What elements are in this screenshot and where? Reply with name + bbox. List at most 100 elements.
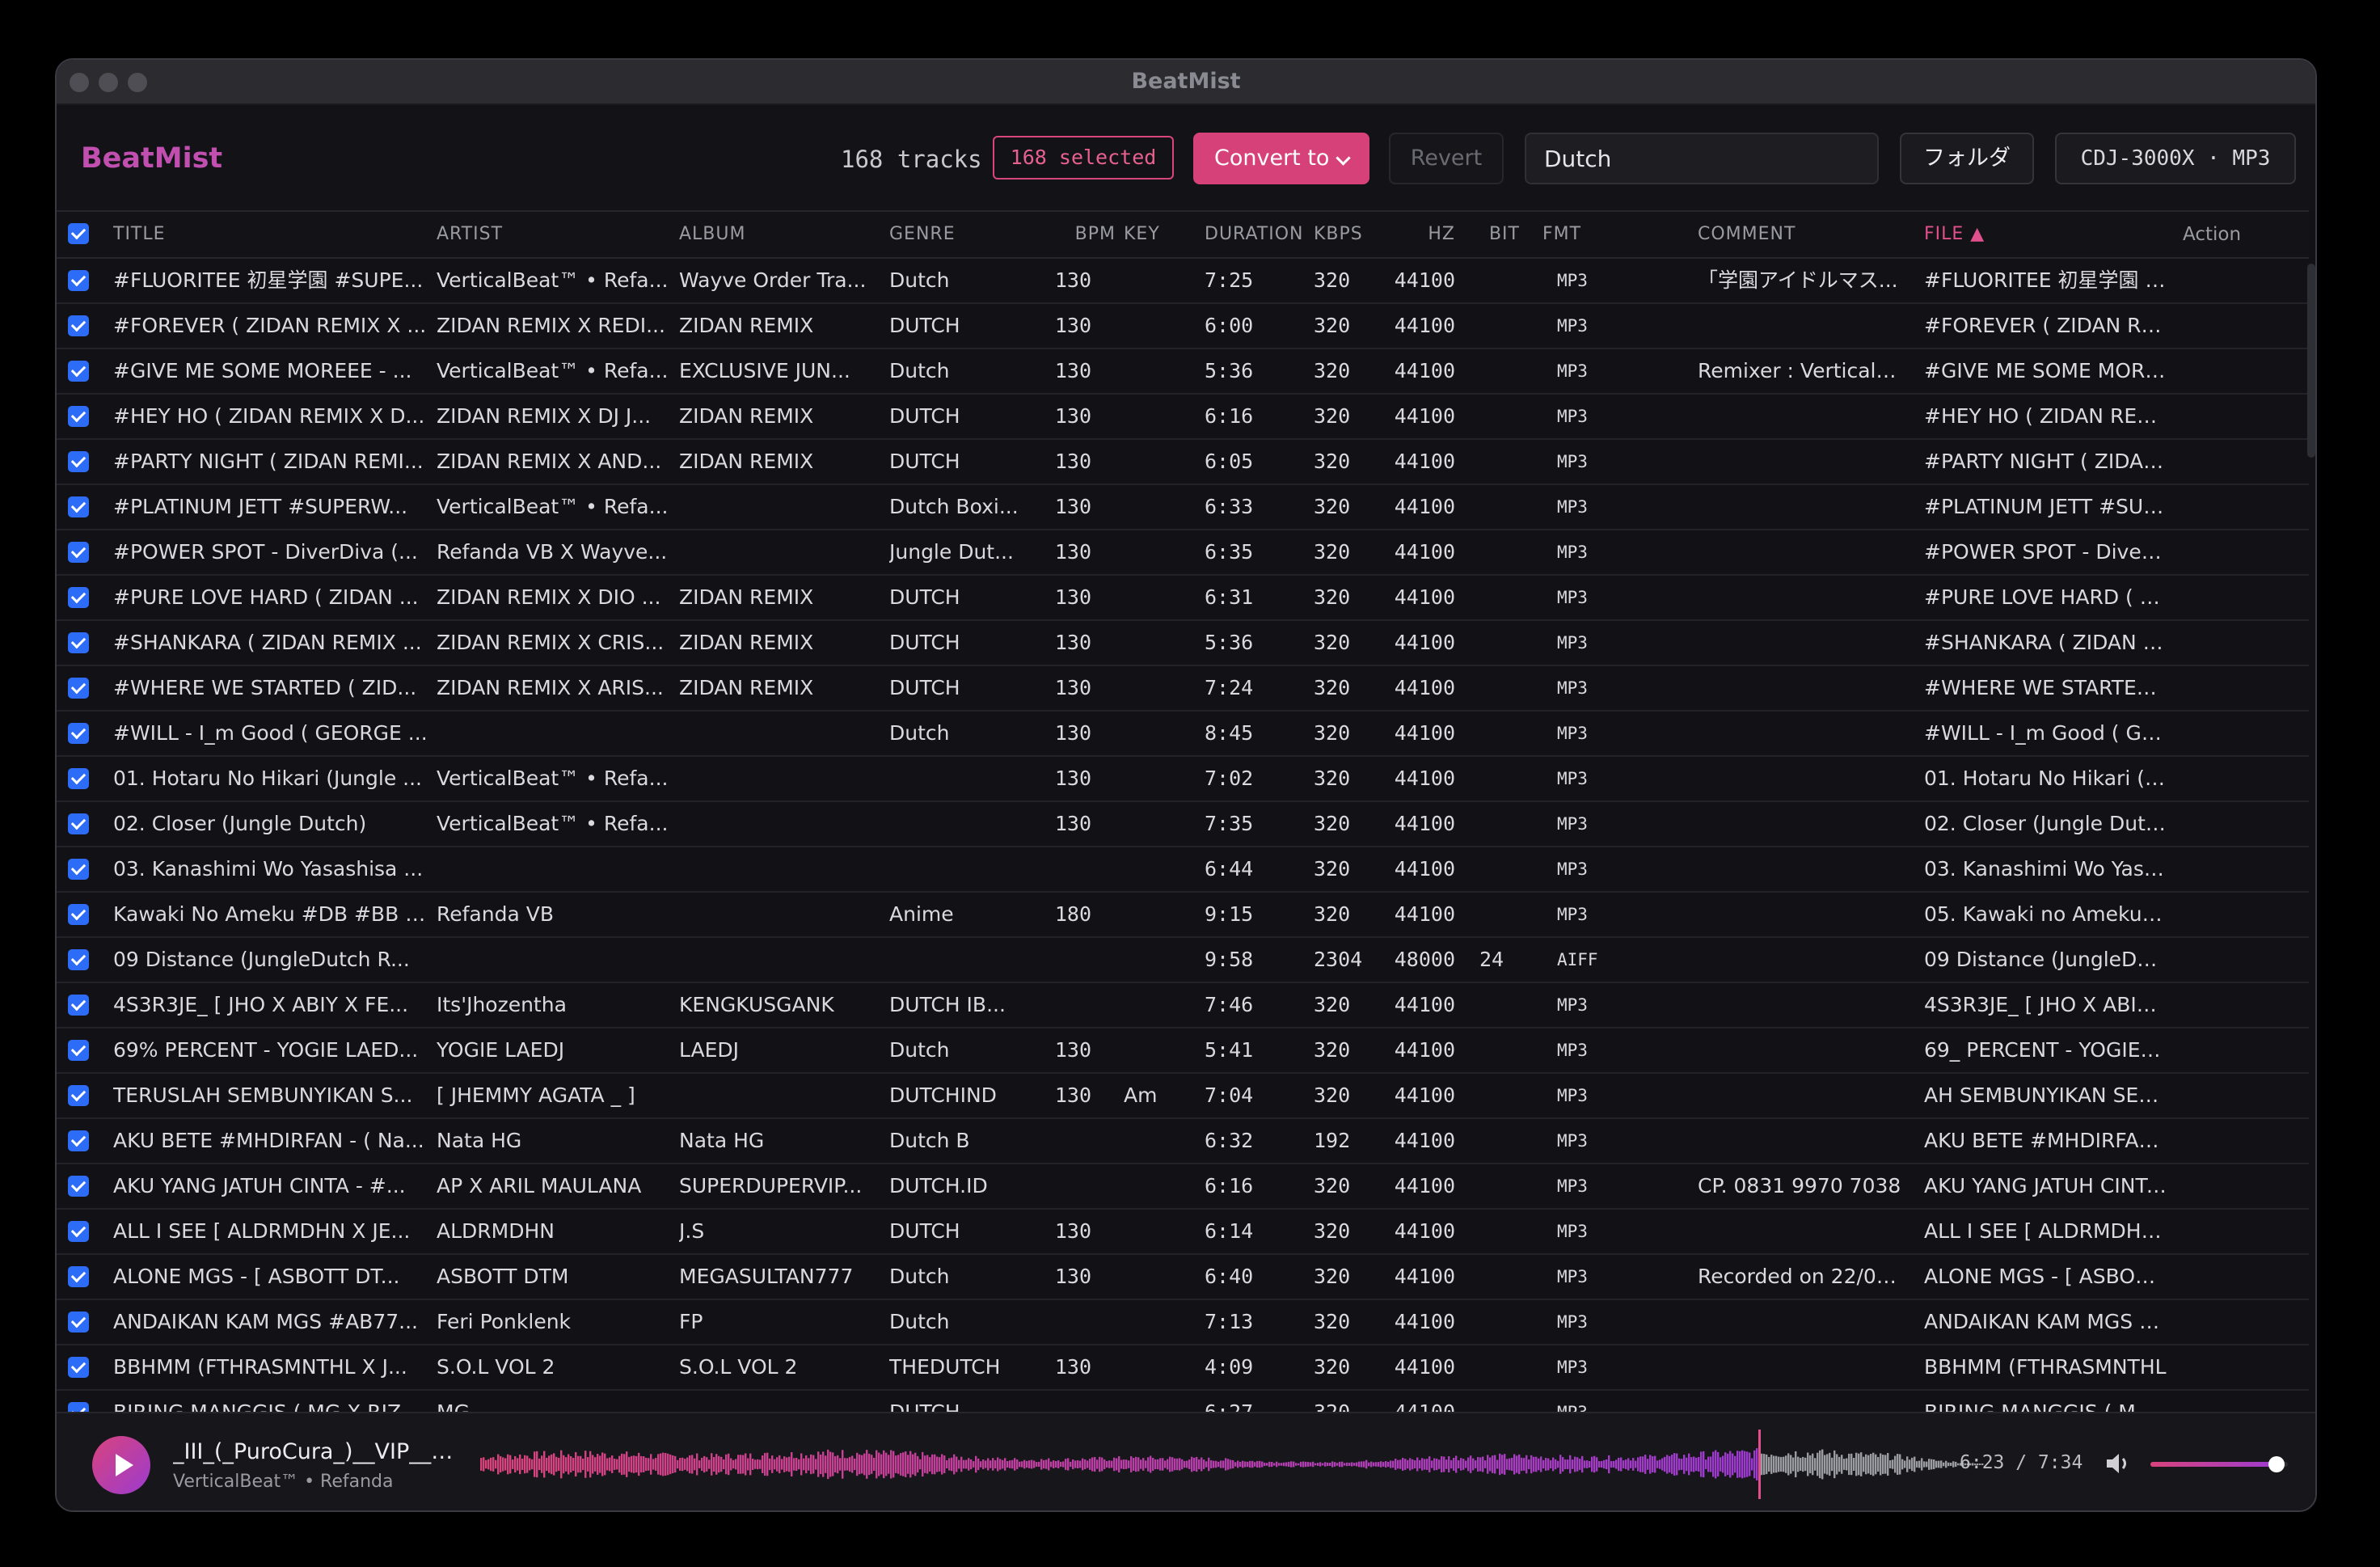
waveform-bar — [812, 1455, 815, 1474]
select-all-checkbox[interactable] — [68, 223, 89, 244]
row-checkbox[interactable] — [68, 904, 89, 925]
waveform-bar — [1193, 1457, 1196, 1472]
row-checkbox[interactable] — [68, 542, 89, 563]
row-checkbox[interactable] — [68, 361, 89, 382]
table-row[interactable]: #WILL - I_m Good ( GEORGE ... Dutch 130 8:4… — [57, 712, 2309, 757]
waveform-bar — [747, 1458, 749, 1471]
folder-button[interactable]: フォルダ — [1900, 133, 2034, 184]
row-checkbox[interactable] — [68, 1311, 89, 1333]
table-scrollbar[interactable] — [2307, 264, 2315, 458]
row-checkbox[interactable] — [68, 406, 89, 427]
column-header-duration[interactable]: DURATION — [1205, 212, 1314, 257]
volume-slider[interactable] — [2150, 1456, 2288, 1472]
table-row[interactable]: 01. Hotaru No Hikari (Jungle ... Vertical… — [57, 757, 2309, 802]
column-header-bit[interactable]: BIT — [1455, 212, 1520, 257]
row-checkbox[interactable] — [68, 813, 89, 834]
table-row[interactable]: ALONE MGS - [ ASBOTT DT... ASBOTT DTM MEGA… — [57, 1255, 2309, 1300]
waveform-bar — [895, 1455, 897, 1473]
table-row[interactable]: ANDAIKAN KAM MGS #AB77... Feri Ponklenk FP… — [57, 1300, 2309, 1345]
waveform-bar — [1884, 1455, 1887, 1474]
table-row[interactable]: #PURE LOVE HARD ( ZIDAN ... ZIDAN REMIX X… — [57, 576, 2309, 621]
waveform-bar — [766, 1452, 769, 1476]
row-checkbox[interactable] — [68, 270, 89, 291]
table-row[interactable]: #SHANKARA ( ZIDAN REMIX ... ZIDAN REMIX X… — [57, 621, 2309, 666]
fmt-cell: MP3 — [1557, 1267, 1588, 1286]
row-checkbox[interactable] — [68, 1357, 89, 1378]
comment-cell: 「学園アイドルマス... — [1698, 268, 1898, 292]
row-checkbox[interactable] — [68, 587, 89, 608]
row-checkbox[interactable] — [68, 949, 89, 970]
waveform-bar — [1145, 1460, 1147, 1468]
row-checkbox[interactable] — [68, 1040, 89, 1061]
row-checkbox[interactable] — [68, 1221, 89, 1242]
table-row[interactable]: #WHERE WE STARTED ( ZID... ZIDAN REMIX X … — [57, 666, 2309, 712]
row-checkbox[interactable] — [68, 632, 89, 653]
search-input[interactable] — [1525, 133, 1879, 184]
column-header-key[interactable]: KEY — [1124, 212, 1188, 257]
row-checkbox[interactable] — [68, 768, 89, 789]
column-header-genre[interactable]: GENRE — [889, 212, 1043, 257]
waveform-bar — [1281, 1463, 1283, 1466]
volume-knob[interactable] — [2268, 1456, 2285, 1472]
row-checkbox[interactable] — [68, 496, 89, 517]
table-row[interactable]: #POWER SPOT - DiverDiva (... Refanda VB X… — [57, 530, 2309, 576]
waveform-bar — [732, 1459, 735, 1469]
waveform-seekbar[interactable] — [480, 1430, 1984, 1499]
convert-to-button[interactable]: Convert to — [1193, 133, 1369, 184]
table-row[interactable]: 02. Closer (Jungle Dutch) VerticalBeat™ •… — [57, 802, 2309, 847]
column-header-file[interactable]: FILE ▲ — [1924, 212, 2167, 257]
speaker-icon[interactable] — [2104, 1451, 2133, 1476]
column-header-kbps[interactable]: KBPS — [1314, 212, 1378, 257]
table-row[interactable]: ALL I SEE [ ALDRMDHN X JE... ALDRMDHN J.S D… — [57, 1210, 2309, 1255]
waveform-bar — [973, 1461, 975, 1468]
table-row[interactable]: #PARTY NIGHT ( ZIDAN REMI... ZIDAN REMIX … — [57, 440, 2309, 485]
column-header-bpm[interactable]: BPM — [1043, 212, 1116, 257]
table-row[interactable]: AKU YANG JATUH CINTA - #... AP X ARIL MAU… — [57, 1164, 2309, 1210]
bit-cell — [1479, 1074, 1520, 1117]
row-checkbox[interactable] — [68, 1130, 89, 1151]
table-row[interactable]: 09 Distance (JungleDutch R... 9:58 2304 480… — [57, 938, 2309, 983]
column-header-title[interactable]: TITLE — [113, 212, 437, 257]
column-header-comment[interactable]: COMMENT — [1698, 212, 1908, 257]
table-row[interactable]: 69% PERCENT - YOGIE LAED... YOGIE LAEDJ LA… — [57, 1028, 2309, 1074]
selected-count-badge[interactable]: 168 selected — [993, 136, 1174, 180]
waveform-bar — [1140, 1459, 1142, 1469]
table-row[interactable]: #GIVE ME SOME MOREEE - ... VerticalBeat™ … — [57, 349, 2309, 395]
row-checkbox[interactable] — [68, 451, 89, 472]
column-header-album[interactable]: ALBUM — [679, 212, 889, 257]
table-row[interactable]: 4S3R3JE_ [ JHO X ABIY X FE... Its'Jhozent… — [57, 983, 2309, 1028]
table-row[interactable]: 03. Kanashimi Wo Yasashisa ... 6:44 320 441… — [57, 847, 2309, 893]
row-checkbox[interactable] — [68, 723, 89, 744]
title-cell: AKU BETE #MHDIRFAN - ( Na... — [113, 1129, 424, 1152]
column-header-fmt[interactable]: FMT — [1542, 212, 1623, 257]
title-cell: 03. Kanashimi Wo Yasashisa ... — [113, 857, 424, 881]
table-row[interactable]: BBHMM (FTHRASMNTHL X J... S.O.L VOL 2 S.O.… — [57, 1345, 2309, 1391]
table-row[interactable]: TERUSLAH SEMBUNYIKAN S... [ JHEMMY AGATA … — [57, 1074, 2309, 1119]
row-checkbox[interactable] — [68, 1085, 89, 1106]
table-row[interactable]: Kawaki No Ameku #DB #BB #... Refanda VB An… — [57, 893, 2309, 938]
table-row[interactable]: #FOREVER ( ZIDAN REMIX X ... ZIDAN REMIX … — [57, 304, 2309, 349]
genre-cell: THEDUTCH — [889, 1355, 1001, 1379]
table-row[interactable]: #FLUORITEE 初星学園 #SUPE... VerticalBeat™ • … — [57, 259, 2309, 304]
revert-button[interactable]: Revert — [1389, 133, 1504, 184]
device-format-select[interactable]: CDJ-3000X · MP3 — [2055, 133, 2296, 184]
key-cell — [1124, 1164, 1188, 1208]
column-header-hz[interactable]: HZ — [1382, 212, 1455, 257]
row-checkbox[interactable] — [68, 995, 89, 1016]
column-header-artist[interactable]: ARTIST — [437, 212, 679, 257]
table-row[interactable]: AKU BETE #MHDIRFAN - ( Na... Nata HG Nata … — [57, 1119, 2309, 1164]
row-checkbox[interactable] — [68, 315, 89, 336]
row-checkbox[interactable] — [68, 859, 89, 880]
waveform-bar — [684, 1459, 686, 1470]
table-row[interactable]: #HEY HO ( ZIDAN REMIX X D... ZIDAN REMIX … — [57, 395, 2309, 440]
kbps-cell: 2304 — [1314, 948, 1363, 971]
play-button[interactable] — [92, 1436, 150, 1494]
waveform-bar — [749, 1453, 752, 1476]
row-checkbox[interactable] — [68, 678, 89, 699]
album-cell — [679, 485, 881, 529]
row-checkbox[interactable] — [68, 1266, 89, 1287]
waveform-bar — [1074, 1460, 1077, 1468]
table-row[interactable]: #PLATINUM JETT #SUPERW... VerticalBeat™ •… — [57, 485, 2309, 530]
key-cell — [1124, 485, 1188, 529]
row-checkbox[interactable] — [68, 1176, 89, 1197]
